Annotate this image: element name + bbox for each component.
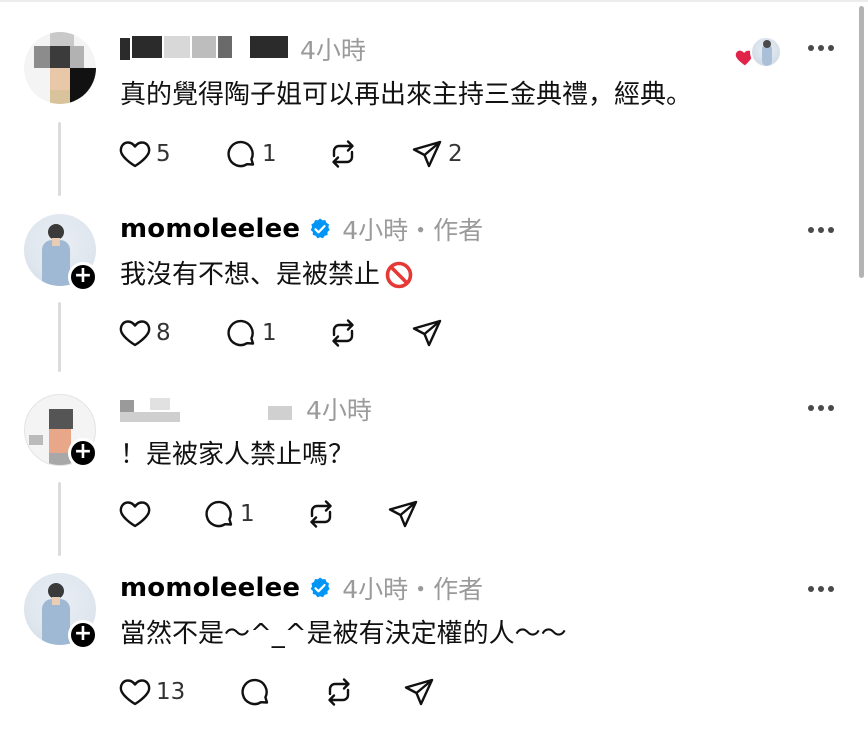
send-icon [412, 319, 442, 347]
comment-4: + momoleelee 4小時・作者 當然不是～^_^是被有決定權的人～～ 1… [0, 550, 856, 753]
author-avatar-mini [750, 36, 782, 68]
repost-button[interactable] [326, 316, 360, 350]
like-button[interactable]: 8 [118, 316, 171, 350]
send-icon [404, 678, 434, 706]
like-count: 13 [156, 679, 186, 705]
thread-line [58, 302, 61, 372]
share-count: 2 [448, 141, 463, 167]
comment-2: + momoleelee 4小時・作者 我沒有不想、是被禁止 8 1 [0, 190, 856, 372]
comment-icon [205, 500, 233, 528]
share-button[interactable] [402, 675, 436, 709]
post-time: 4小時・作者 [342, 575, 484, 604]
username-redacted[interactable] [120, 34, 290, 64]
comment-icon [227, 319, 255, 347]
comment-3: + 4小時 ！是被家人禁止嗎？ 1 [0, 366, 856, 556]
more-icon[interactable] [808, 224, 834, 236]
username[interactable]: momoleelee [120, 214, 300, 244]
follow-plus-icon[interactable]: + [68, 438, 98, 468]
post-meta: momoleelee 4小時・作者 [120, 571, 483, 605]
reply-count: 1 [240, 501, 255, 527]
follow-plus-icon[interactable]: + [68, 620, 98, 650]
reply-count: 1 [262, 320, 277, 346]
post-meta: 4小時 [120, 32, 366, 66]
post-time: 4小時・作者 [342, 216, 484, 245]
thread-line [58, 482, 61, 556]
share-button[interactable] [386, 497, 420, 531]
repost-icon [332, 140, 354, 168]
heart-icon [119, 501, 151, 528]
verified-badge-icon [310, 577, 330, 598]
like-button[interactable] [118, 497, 156, 531]
like-button[interactable]: 5 [118, 137, 171, 171]
post-time: 4小時 [306, 396, 372, 425]
prohibited-icon [385, 261, 413, 289]
repost-button[interactable] [322, 675, 356, 709]
username-redacted[interactable] [120, 394, 296, 424]
post-text-body: 我沒有不想、是被禁止 [120, 260, 381, 290]
share-button[interactable]: 2 [410, 137, 463, 171]
repost-icon [328, 678, 350, 706]
avatar[interactable] [24, 32, 96, 104]
like-button[interactable]: 13 [118, 675, 185, 709]
post-text: 我沒有不想、是被禁止 [120, 257, 414, 293]
reply-button[interactable]: 1 [224, 316, 277, 350]
like-count: 5 [156, 141, 171, 167]
repost-icon [332, 319, 354, 347]
comment-icon [241, 678, 269, 706]
post-meta: 4小時 [120, 392, 372, 426]
heart-icon [119, 141, 151, 168]
repost-button[interactable] [304, 497, 338, 531]
scrollbar[interactable] [859, 6, 864, 278]
repost-icon [310, 500, 332, 528]
more-icon[interactable] [808, 42, 834, 54]
share-button[interactable] [410, 316, 444, 350]
post-time: 4小時 [300, 36, 366, 65]
comment-icon [227, 140, 255, 168]
thread-line [58, 122, 61, 196]
send-icon [412, 140, 442, 168]
post-meta: momoleelee 4小時・作者 [120, 212, 483, 246]
verified-badge-icon [310, 218, 330, 239]
post-text: ！是被家人禁止嗎？ [120, 440, 355, 470]
reply-button[interactable]: 1 [202, 497, 255, 531]
post-text: 真的覺得陶子姐可以再出來主持三金典禮，經典。 [120, 80, 693, 110]
heart-icon [119, 320, 151, 347]
repost-button[interactable] [326, 137, 360, 171]
send-icon [388, 500, 418, 528]
more-icon[interactable] [808, 583, 834, 595]
comment-1: 4小時 真的覺得陶子姐可以再出來主持三金典禮，經典。 5 1 2 [0, 0, 856, 196]
like-count: 8 [156, 320, 171, 346]
reply-button[interactable] [238, 675, 276, 709]
more-icon[interactable] [808, 402, 834, 414]
post-text: 當然不是～^_^是被有決定權的人～～ [120, 619, 567, 649]
heart-icon [119, 679, 151, 706]
reply-button[interactable]: 1 [224, 137, 277, 171]
reply-count: 1 [262, 141, 277, 167]
username[interactable]: momoleelee [120, 573, 300, 603]
follow-plus-icon[interactable]: + [68, 262, 98, 292]
